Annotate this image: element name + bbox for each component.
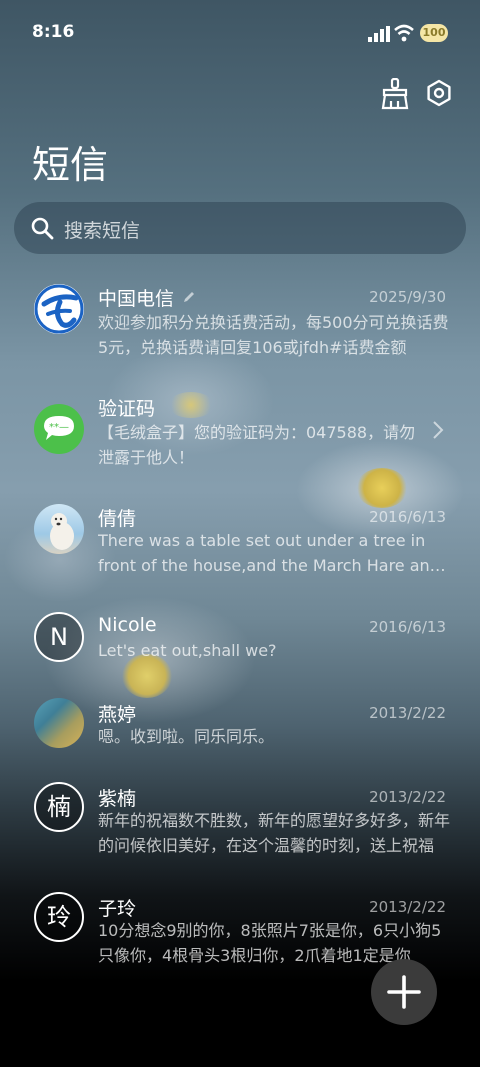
- conversation-item[interactable]: **— 验证码 【毛绒盒子】您的验证码为：047588，请勿泄露于他人！: [0, 388, 480, 488]
- page-title: 短信: [32, 143, 109, 187]
- polar-bear-photo: [34, 504, 84, 554]
- status-time: 8:16: [32, 22, 75, 42]
- pencil-icon: [184, 292, 194, 302]
- message-date: 2013/2/22: [369, 788, 446, 806]
- avatar: 玲: [34, 892, 84, 942]
- conversation-item[interactable]: 楠 紫楠 2013/2/22 新年的祝福数不胜数，新年的愿望好多好多，新年的问候…: [0, 782, 480, 882]
- message-preview: 嗯。收到啦。同乐同乐。: [98, 727, 275, 746]
- message-date: 2016/6/13: [369, 618, 446, 636]
- message-date: 2016/6/13: [369, 508, 446, 526]
- conversation-item[interactable]: 倩倩 2016/6/13 There was a table set out u…: [0, 498, 480, 598]
- contact-name: 紫楠: [98, 788, 137, 810]
- search-icon: [31, 217, 54, 240]
- avatar: N: [34, 612, 84, 662]
- message-preview: 欢迎参加积分兑换话费活动，每500分可兑换话费5元，兑换话费请回复106或jfd…: [98, 313, 449, 357]
- chevron-right-icon[interactable]: [432, 420, 444, 440]
- chat-bubble-icon: **—: [34, 404, 84, 454]
- message-date: 2025/9/30: [369, 288, 446, 306]
- search-bar[interactable]: 搜索短信: [14, 202, 466, 254]
- contact-name: 验证码: [98, 398, 156, 420]
- message-date: 2013/2/22: [369, 704, 446, 722]
- message-preview: There was a table set out under a tree i…: [98, 531, 440, 575]
- status-bar: 8:16 100: [0, 0, 480, 66]
- conversation-item[interactable]: 燕婷 2013/2/22 嗯。收到啦。同乐同乐。: [0, 696, 480, 796]
- new-message-button[interactable]: [371, 959, 437, 1025]
- contact-name: 子玲: [98, 898, 137, 920]
- message-date: 2013/2/22: [369, 898, 446, 916]
- contact-name: 中国电信: [98, 288, 175, 310]
- battery-icon: 100: [420, 24, 448, 42]
- avatar: 楠: [34, 782, 84, 832]
- wifi-icon: [394, 24, 414, 42]
- search-input[interactable]: 搜索短信: [64, 216, 140, 243]
- message-preview: Let's eat out,shall we?: [98, 641, 277, 660]
- telecom-logo: [34, 284, 84, 334]
- contact-name: 燕婷: [98, 704, 137, 726]
- conversation-item[interactable]: 中国电信 2025/9/30 欢迎参加积分兑换话费活动，每500分可兑换话费5元…: [0, 278, 480, 378]
- contact-name: Nicole: [98, 614, 157, 636]
- settings-icon[interactable]: [424, 78, 454, 110]
- signal-icon: [368, 26, 390, 42]
- landscape-photo: [34, 698, 84, 748]
- svg-text:**—: **—: [49, 422, 69, 433]
- message-preview: 新年的祝福数不胜数，新年的愿望好多好多，新年的问候依旧美好，在这个温馨的时刻，送…: [98, 811, 450, 855]
- broom-icon[interactable]: [380, 78, 410, 110]
- message-preview: 【毛绒盒子】您的验证码为：047588，请勿泄露于他人！: [98, 423, 416, 467]
- contact-name: 倩倩: [98, 508, 137, 530]
- plus-icon: [387, 975, 421, 1009]
- conversation-item[interactable]: N Nicole 2016/6/13 Let's eat out,shall w…: [0, 608, 480, 708]
